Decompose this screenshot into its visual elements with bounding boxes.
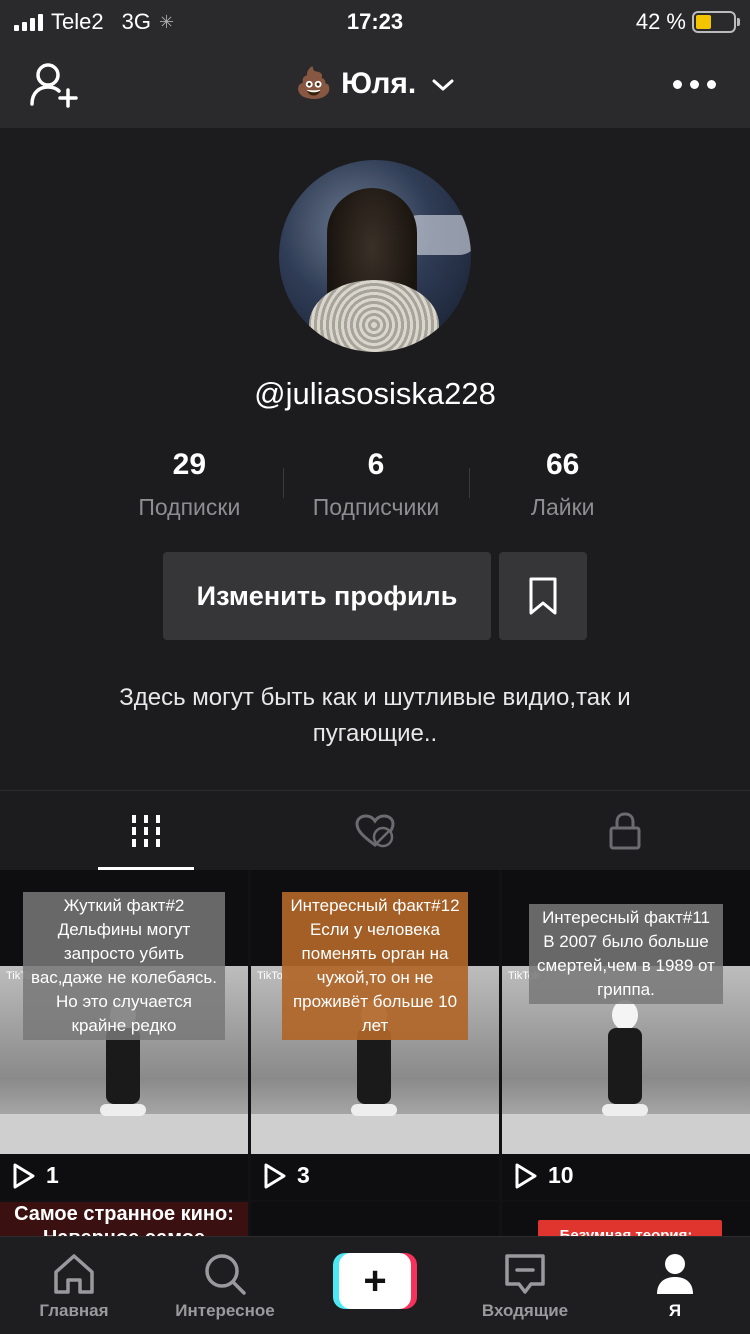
stat-value: 29 (172, 448, 207, 481)
stat-label: Подписчики (312, 494, 440, 520)
profile-icon (657, 1254, 693, 1294)
inbox-icon (505, 1254, 545, 1294)
search-icon (205, 1254, 246, 1295)
play-icon (264, 1163, 286, 1188)
account-switcher[interactable]: 💩 Юля. (0, 66, 750, 101)
play-count: 3 (263, 1162, 310, 1189)
play-count-value: 10 (548, 1162, 574, 1188)
video-caption: Интересный факт#12 Если у человека помен… (282, 892, 468, 1040)
status-bar: Tele2 3G ✳ 17:23 42 % (0, 0, 750, 44)
bottom-nav: Главная Интересное + Входящие Я (0, 1236, 750, 1334)
video-caption: Жуткий факт#2 Дельфины могут запросто уб… (23, 892, 225, 1040)
video-grid: TikTok Жуткий факт#2 Дельфины могут запр… (0, 870, 750, 1236)
stat-value: 6 (367, 448, 385, 481)
profile-section: @juliasosiska228 29 Подписки 6 Подписчик… (0, 128, 750, 790)
tab-liked[interactable] (250, 791, 500, 871)
video-thumbnail[interactable]: TikTok Жуткий факт#2 Дельфины могут запр… (0, 870, 248, 1200)
nav-label: Я (668, 1301, 682, 1320)
video-caption: Безумная теория: (559, 1227, 693, 1236)
play-icon (13, 1163, 35, 1188)
lock-icon (609, 812, 641, 850)
status-right: 42 % (635, 9, 740, 35)
stat-following[interactable]: 29 Подписки (96, 448, 283, 521)
play-count: 1 (12, 1162, 59, 1189)
video-thumbnail[interactable]: TikTok Интересный факт#12 Если у человек… (251, 870, 499, 1200)
tab-videos[interactable] (0, 791, 250, 871)
nav-label: Главная (39, 1301, 109, 1320)
nav-home[interactable]: Главная (24, 1237, 124, 1334)
video-thumbnail[interactable] (251, 1202, 499, 1236)
nav-label: Входящие (481, 1301, 569, 1320)
home-icon (54, 1254, 94, 1294)
video-thumbnail[interactable]: Безумная теория: (502, 1202, 750, 1236)
bookmark-icon (529, 577, 557, 615)
stat-value: 66 (545, 448, 580, 481)
nav-profile[interactable]: Я (640, 1237, 710, 1334)
battery-icon (692, 11, 740, 33)
edit-profile-button[interactable]: Изменить профиль (163, 552, 491, 640)
play-icon (515, 1163, 537, 1188)
stat-likes[interactable]: 66 Лайки (469, 448, 656, 521)
video-caption: Самое странное кино: Наверное самое (14, 1203, 234, 1236)
content-tabs (0, 790, 750, 871)
tab-private[interactable] (500, 791, 750, 871)
nav-discover[interactable]: Интересное (160, 1237, 290, 1334)
chevron-down-icon (432, 79, 454, 91)
create-video-button[interactable]: + (333, 1237, 417, 1334)
video-caption: Интересный факт#11 В 2007 было больше см… (529, 904, 723, 1004)
favorites-button[interactable] (499, 552, 587, 640)
stat-followers[interactable]: 6 Подписчики (282, 448, 470, 521)
profile-stats: 29 Подписки 6 Подписчики 66 Лайки (96, 448, 656, 521)
video-thumbnail[interactable]: Самое странное кино: Наверное самое (0, 1202, 248, 1236)
stat-label: Лайки (530, 494, 595, 520)
username: @juliasosiska228 (254, 376, 496, 411)
liked-hidden-icon (355, 814, 395, 848)
play-count-value: 3 (297, 1162, 310, 1188)
stat-label: Подписки (138, 494, 241, 520)
profile-header: 💩 Юля. (0, 44, 750, 128)
play-count: 10 (514, 1162, 574, 1189)
battery-percent: 42 % (635, 9, 686, 34)
plus-icon: + (339, 1253, 411, 1309)
avatar[interactable] (279, 160, 471, 352)
video-thumbnail[interactable]: TikTok Интересный факт#11 В 2007 было бо… (502, 870, 750, 1200)
more-icon (673, 80, 682, 89)
nav-label: Интересное (175, 1301, 275, 1320)
title-emoji: 💩 (295, 67, 333, 100)
more-button[interactable] (673, 80, 716, 89)
grid-icon (132, 815, 160, 847)
profile-bio: Здесь могут быть как и шутливые видио,та… (119, 684, 631, 747)
nav-inbox[interactable]: Входящие (470, 1237, 580, 1334)
account-name: Юля. (341, 67, 417, 100)
play-count-value: 1 (46, 1162, 59, 1188)
